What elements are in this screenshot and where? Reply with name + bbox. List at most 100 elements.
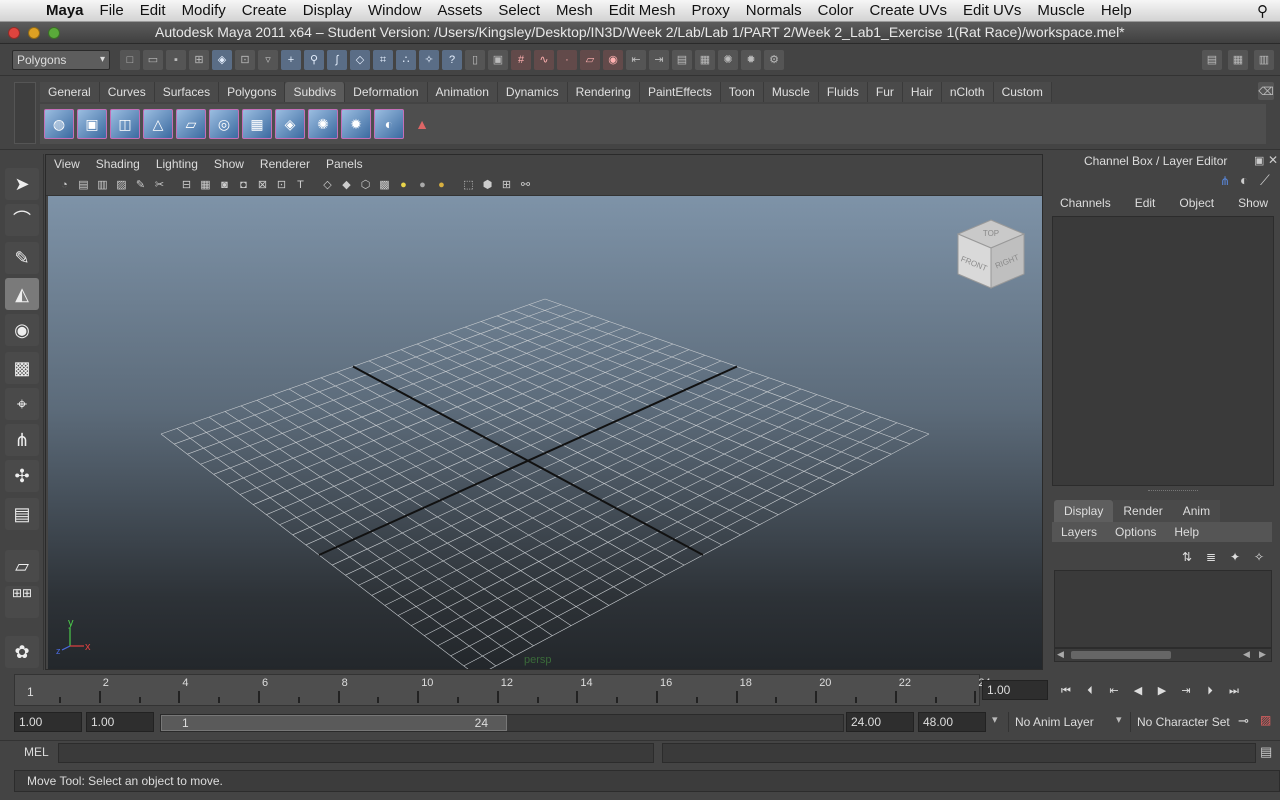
animation-start-field[interactable]: 1.00 [14,712,82,732]
history-input-icon[interactable]: ⇤ [626,49,646,70]
layer-tab-anim[interactable]: Anim [1172,500,1221,522]
shelf-tab-ncloth[interactable]: nCloth [941,82,994,102]
snap-grid-icon[interactable]: # [511,49,531,70]
perspective-viewport[interactable]: TOP FRONT RIGHT y x z persp [48,196,1042,669]
float-panel-icon[interactable]: ▣ [1254,154,1264,167]
playback-end-field[interactable]: 24.00 [846,712,914,732]
shelf-tab-surfaces[interactable]: Surfaces [154,82,220,102]
scroll-left-icon[interactable]: ◀ [1057,649,1064,660]
scale-tool-icon[interactable]: ▩ [5,352,39,384]
construction-history-icon[interactable]: ▤ [672,49,692,70]
spotlight-search-icon[interactable]: ⚲ [1257,2,1268,20]
menu-file[interactable]: File [92,0,132,22]
playback-start-field[interactable]: 1.00 [86,712,154,732]
xray-joints-icon[interactable]: ⊞ [498,177,515,193]
subdiv-to-poly-icon[interactable]: ◐ [374,109,404,139]
shelf-tab-custom[interactable]: Custom [993,82,1052,102]
subdiv-torus-icon[interactable]: ◎ [209,109,239,139]
textured-icon[interactable]: ▩ [376,177,393,193]
scroll-back-icon[interactable]: ◀ [1243,649,1250,660]
shelf-tab-dynamics[interactable]: Dynamics [497,82,568,102]
menu-display[interactable]: Display [295,0,360,22]
safe-title-icon[interactable]: T [292,177,309,193]
menu-mesh[interactable]: Mesh [548,0,601,22]
select-component-icon[interactable]: ⊡ [235,49,255,70]
smooth-shade-icon[interactable]: ◆ [338,177,355,193]
move-layer-up-icon[interactable]: ⇅ [1178,548,1196,566]
play-forwards-icon[interactable]: ▶ [1152,682,1172,700]
zoom-window-button[interactable] [48,26,60,39]
script-editor-icon[interactable]: ▤ [1260,744,1272,760]
shelf-tab-fur[interactable]: Fur [867,82,903,102]
time-slider[interactable]: 1 24681012141618202224 [14,674,991,706]
crease-tool-icon[interactable]: ▲ [407,109,437,139]
scroll-right-icon[interactable]: ▶ [1259,649,1266,660]
shelf-trash-icon[interactable]: ⌫ [1258,82,1274,100]
select-curves-icon[interactable]: ∫ [327,49,347,70]
subdiv-cube-icon[interactable]: ▣ [77,109,107,139]
panel-menu-show[interactable]: Show [206,155,252,173]
character-set-dropdown[interactable]: No Character Set [1130,712,1234,732]
menu-create[interactable]: Create [234,0,295,22]
xray-icon[interactable]: ⬢ [479,177,496,193]
menu-select[interactable]: Select [490,0,548,22]
grid-toggle-icon[interactable]: ⊟ [178,177,195,193]
ipr-render-icon[interactable]: ✹ [741,49,761,70]
close-window-button[interactable] [8,26,20,39]
camera-attributes-icon[interactable]: ▤ [75,177,92,193]
refine-selected-icon[interactable]: ✺ [308,109,338,139]
subdiv-cone-icon[interactable]: △ [143,109,173,139]
view-cube[interactable]: TOP FRONT RIGHT [956,218,1026,290]
close-panel-icon[interactable]: ✕ [1268,153,1278,167]
cb-menu-edit[interactable]: Edit [1123,194,1168,212]
menu-help[interactable]: Help [1093,0,1140,22]
shelf-tab-general[interactable]: General [40,82,100,102]
shelf-tab-curves[interactable]: Curves [99,82,155,102]
select-surfaces-icon[interactable]: ◇ [350,49,370,70]
select-rendering-icon[interactable]: ✧ [419,49,439,70]
render-view-icon[interactable]: ▦ [695,49,715,70]
layer-stack-icon[interactable]: ≣ [1202,548,1220,566]
animation-end-field[interactable]: 48.00 [918,712,986,732]
menu-normals[interactable]: Normals [738,0,810,22]
anim-layer-dropdown-icon[interactable]: ▾ [992,713,998,726]
attribute-editor-icon[interactable]: ▤ [1202,50,1222,70]
subdiv-sphere-icon[interactable]: ◍ [44,109,74,139]
select-handles-icon[interactable]: + [281,49,301,70]
shelf-tab-muscle[interactable]: Muscle [763,82,819,102]
menu-muscle[interactable]: Muscle [1029,0,1093,22]
select-camera-icon[interactable]: ◔ [56,177,73,193]
select-object-icon[interactable]: ◈ [212,49,232,70]
shelf-tab-fluids[interactable]: Fluids [818,82,868,102]
menu-window[interactable]: Window [360,0,429,22]
auto-key-icon[interactable]: ⊸ [1238,713,1249,729]
shelf-tab-hair[interactable]: Hair [902,82,942,102]
menu-edit[interactable]: Edit [132,0,174,22]
open-scene-icon[interactable]: ▭ [143,49,163,70]
outliner-layout-icon[interactable]: ✿ [5,636,39,668]
all-lights-icon[interactable]: ● [414,177,431,193]
range-slider-thumb[interactable]: 1 24 [161,715,507,731]
mel-label[interactable]: MEL [24,745,49,759]
wireframe-icon[interactable]: ◇ [319,177,336,193]
menu-proxy[interactable]: Proxy [683,0,737,22]
step-forward-frame-icon[interactable]: ⏵ [1200,682,1220,700]
save-scene-icon[interactable]: ▪ [166,49,186,70]
play-backwards-icon[interactable]: ◀ [1128,682,1148,700]
grease-pencil-icon[interactable]: ✂ [151,177,168,193]
menu-edit-mesh[interactable]: Edit Mesh [601,0,684,22]
select-hierarchy-icon[interactable]: ⊞ [189,49,209,70]
mel-command-input[interactable] [58,743,654,763]
bookmarks-icon[interactable]: ▥ [94,177,111,193]
char-set-dropdown-icon[interactable]: ▾ [1116,713,1122,726]
default-lighting-icon[interactable]: ● [395,177,412,193]
current-time-field[interactable]: 1.00 [982,680,1048,700]
wireframe-on-shaded-icon[interactable]: ⬡ [357,177,374,193]
gate-mask-icon[interactable]: ◘ [235,177,252,193]
panel-menu-view[interactable]: View [46,155,88,173]
select-dynamics-icon[interactable]: ∴ [396,49,416,70]
menu-set-dropdown[interactable]: Polygons [12,49,110,70]
view-cube-top-label[interactable]: TOP [983,229,999,238]
select-deformations-icon[interactable]: ⌗ [373,49,393,70]
channel-box-well[interactable] [1052,216,1274,486]
